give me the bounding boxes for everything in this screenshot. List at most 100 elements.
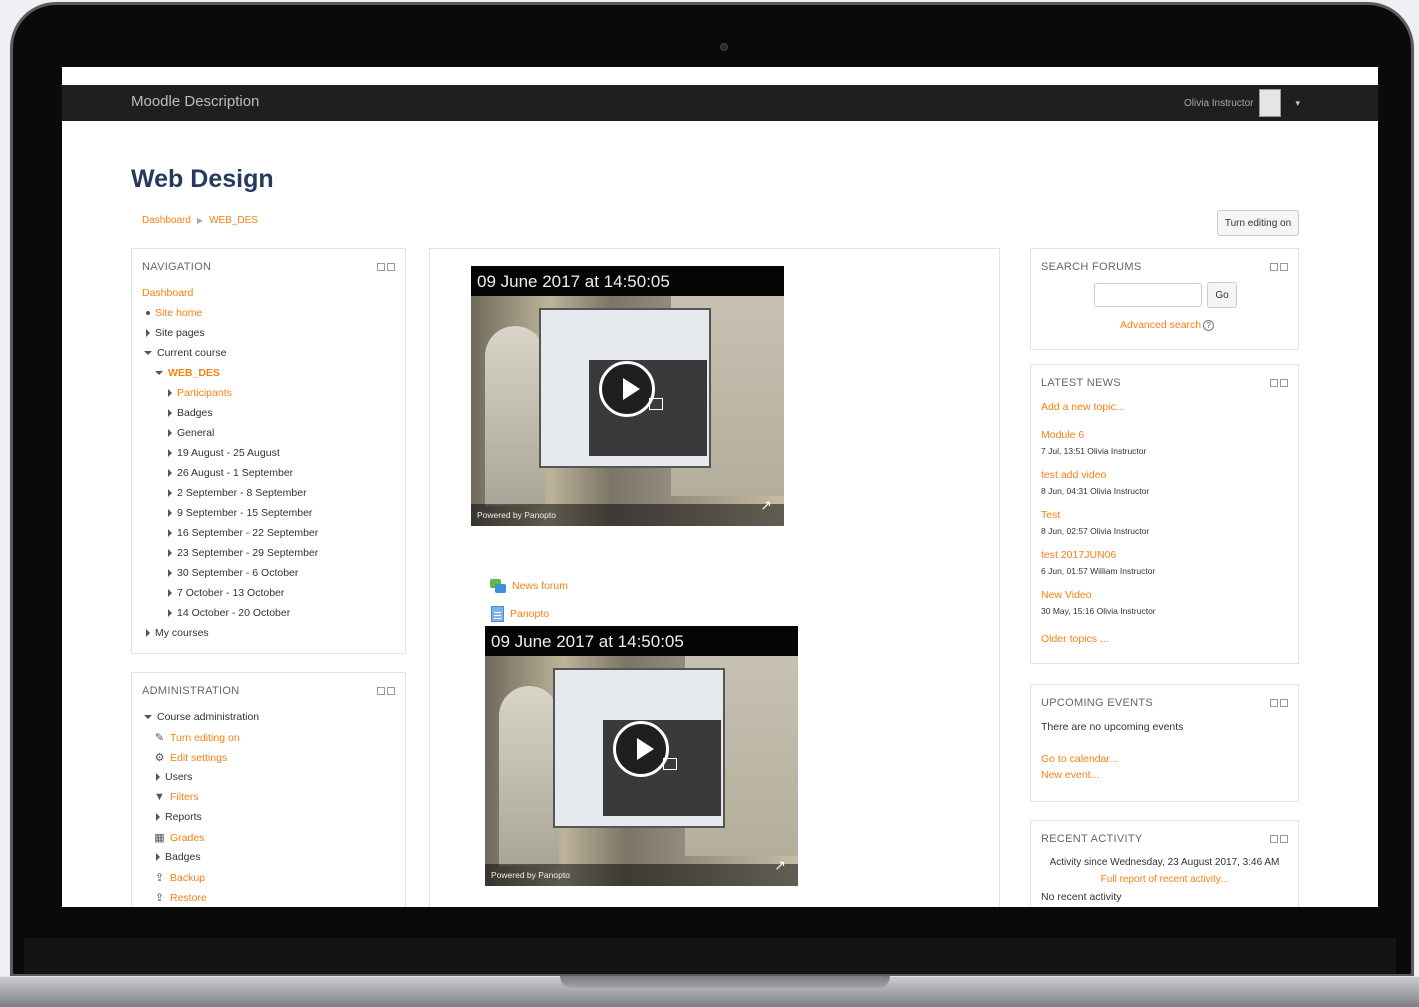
expand-arrow-icon[interactable] [156, 773, 160, 781]
dock-icon[interactable] [387, 263, 395, 271]
block-controls[interactable] [1270, 379, 1288, 387]
block-controls[interactable] [1270, 699, 1288, 707]
turn-editing-on-button[interactable]: Turn editing on [1217, 210, 1299, 236]
nav-participants[interactable]: Participants [168, 387, 232, 399]
nav-week-label[interactable]: 9 September - 15 September [177, 507, 312, 519]
user-name[interactable]: Olivia Instructor [1184, 98, 1253, 109]
dock-icon[interactable] [387, 687, 395, 695]
news-item-title[interactable]: Test [1041, 509, 1149, 521]
expand-arrow-icon[interactable] [168, 489, 172, 497]
nav-my-courses-label[interactable]: My courses [155, 627, 209, 639]
block-controls[interactable] [1270, 835, 1288, 843]
collapse-arrow-icon[interactable] [155, 371, 163, 375]
dock-icon[interactable] [1280, 699, 1288, 707]
collapse-icon[interactable] [377, 263, 385, 271]
expand-arrow-icon[interactable] [146, 329, 150, 337]
nav-week[interactable]: 16 September - 22 September [168, 527, 318, 539]
add-topic-label[interactable]: Add a new topic... [1041, 401, 1124, 413]
admin-item-label[interactable]: Filters [170, 791, 199, 803]
expand-arrow-icon[interactable] [146, 629, 150, 637]
admin-item-label[interactable]: Grades [170, 832, 204, 844]
admin-course-administration[interactable]: Course administration [144, 711, 259, 723]
panopto-video-player[interactable]: 09 June 2017 at 14:50:05 Powered by Pano… [471, 266, 784, 526]
breadcrumb-dashboard[interactable]: Dashboard [142, 215, 191, 226]
nav-site-pages-label[interactable]: Site pages [155, 327, 205, 339]
dock-icon[interactable] [1280, 835, 1288, 843]
expand-arrow-icon[interactable] [168, 609, 172, 617]
expand-arrow-icon[interactable] [168, 429, 172, 437]
activity-news-forum[interactable]: News forum [490, 579, 568, 593]
admin-item-label[interactable]: Backup [170, 872, 205, 884]
nav-week-label[interactable]: 23 September - 29 September [177, 547, 318, 559]
help-icon[interactable]: ? [1203, 319, 1215, 331]
nav-week[interactable]: 26 August - 1 September [168, 467, 293, 479]
nav-site-home[interactable]: Site home [146, 307, 202, 319]
admin-item-label[interactable]: Badges [165, 851, 201, 863]
nav-week-label[interactable]: 16 September - 22 September [177, 527, 318, 539]
activity-panopto[interactable]: Panopto [491, 606, 549, 622]
admin-item-label[interactable]: Turn editing on [170, 732, 240, 744]
nav-course-code[interactable]: WEB_DES [155, 367, 220, 379]
admin-restore[interactable]: ⇪ Restore [154, 891, 207, 905]
search-go-button[interactable]: Go [1207, 282, 1237, 308]
nav-week-label[interactable]: 26 August - 1 September [177, 467, 293, 479]
news-item-title[interactable]: Module 6 [1041, 429, 1146, 441]
admin-item-label[interactable]: Users [165, 771, 192, 783]
nav-participants-label[interactable]: Participants [177, 387, 232, 399]
block-controls[interactable] [1270, 263, 1288, 271]
block-controls[interactable] [377, 687, 395, 695]
site-brand[interactable]: Moodle Description [131, 93, 259, 110]
nav-dashboard[interactable]: Dashboard [142, 287, 193, 299]
nav-my-courses[interactable]: My courses [146, 627, 209, 639]
nav-current-course[interactable]: Current course [144, 347, 226, 359]
nav-site-home-label[interactable]: Site home [155, 307, 202, 319]
collapse-arrow-icon[interactable] [144, 351, 152, 355]
collapse-arrow-icon[interactable] [144, 715, 152, 719]
play-icon[interactable] [613, 721, 669, 777]
caret-down-icon[interactable]: ▾ [1295, 98, 1300, 109]
nav-week[interactable]: 30 September - 6 October [168, 567, 298, 579]
breadcrumb-course[interactable]: WEB_DES [209, 215, 258, 226]
nav-current-course-label[interactable]: Current course [157, 347, 226, 359]
nav-week-label[interactable]: 19 August - 25 August [177, 447, 280, 459]
nav-badges[interactable]: Badges [168, 407, 213, 419]
nav-week-label[interactable]: 30 September - 6 October [177, 567, 298, 579]
expand-icon[interactable]: ↗ [774, 857, 786, 874]
full-report-link[interactable]: Full report of recent activity... [1101, 874, 1229, 885]
expand-arrow-icon[interactable] [168, 469, 172, 477]
admin-course-administration-label[interactable]: Course administration [157, 711, 259, 723]
nav-badges-label[interactable]: Badges [177, 407, 213, 419]
new-event-link[interactable]: New event... [1041, 769, 1099, 781]
admin-item-label[interactable]: Reports [165, 811, 202, 823]
nav-week[interactable]: 14 October - 20 October [168, 607, 290, 619]
collapse-icon[interactable] [1270, 835, 1278, 843]
older-topics-label[interactable]: Older topics ... [1041, 633, 1109, 645]
nav-week-label[interactable]: 2 September - 8 September [177, 487, 307, 499]
nav-week[interactable]: 19 August - 25 August [168, 447, 280, 459]
admin-backup[interactable]: ⇪ Backup [154, 871, 205, 885]
avatar[interactable] [1259, 89, 1282, 117]
news-item-title[interactable]: New Video [1041, 589, 1156, 601]
expand-arrow-icon[interactable] [168, 569, 172, 577]
nav-week[interactable]: 2 September - 8 September [168, 487, 307, 499]
admin-edit-settings[interactable]: ⚙ Edit settings [154, 751, 228, 765]
admin-users[interactable]: Users [156, 771, 192, 783]
expand-arrow-icon[interactable] [168, 529, 172, 537]
expand-arrow-icon[interactable] [156, 853, 160, 861]
admin-filters[interactable]: ▼ Filters [154, 791, 199, 803]
nav-general-label[interactable]: General [177, 427, 214, 439]
nav-week[interactable]: 9 September - 15 September [168, 507, 312, 519]
go-to-calendar-label[interactable]: Go to calendar... [1041, 753, 1118, 765]
expand-arrow-icon[interactable] [168, 389, 172, 397]
nav-week-label[interactable]: 7 October - 13 October [177, 587, 284, 599]
admin-item-label[interactable]: Restore [170, 892, 207, 904]
admin-item-label[interactable]: Edit settings [170, 752, 227, 764]
add-topic-link[interactable]: Add a new topic... [1041, 401, 1124, 413]
expand-arrow-icon[interactable] [168, 549, 172, 557]
expand-arrow-icon[interactable] [168, 409, 172, 417]
admin-turn-editing-on[interactable]: ✎ Turn editing on [154, 731, 240, 745]
nav-week[interactable]: 23 September - 29 September [168, 547, 318, 559]
cast-icon[interactable] [663, 758, 677, 770]
nav-general[interactable]: General [168, 427, 214, 439]
nav-week[interactable]: 7 October - 13 October [168, 587, 284, 599]
